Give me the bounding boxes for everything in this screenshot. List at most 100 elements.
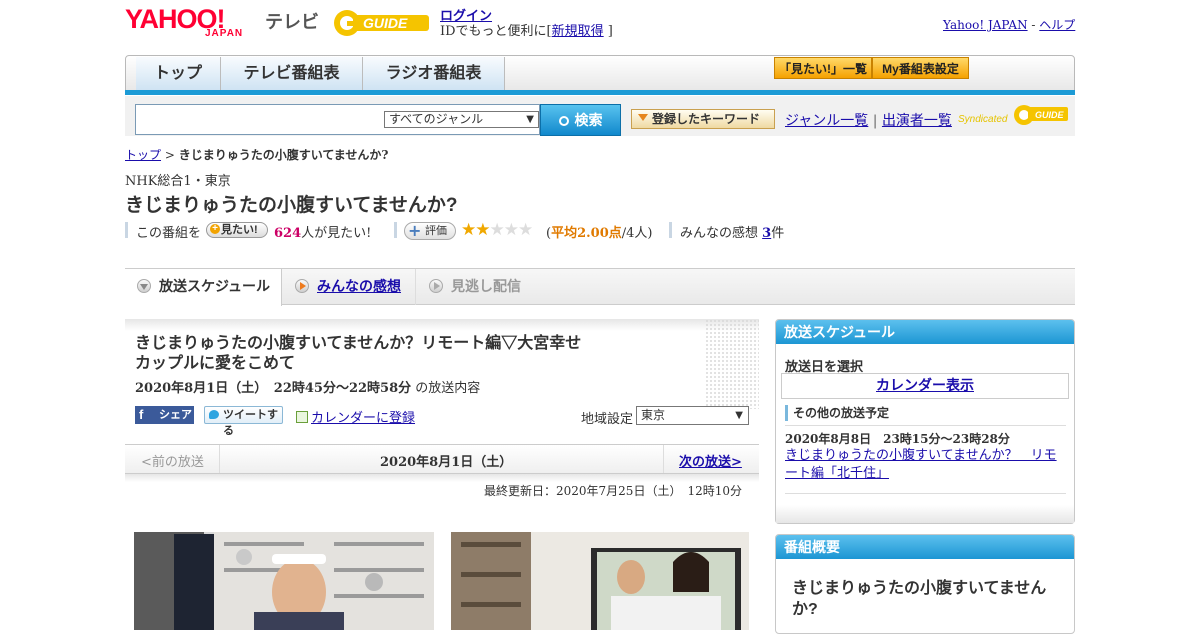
sidebar-summary-heading: 番組概要: [776, 535, 1074, 559]
other-schedule-date: 2020年8月8日 23時15分～23時28分: [785, 432, 1010, 446]
want-count: 624: [274, 226, 302, 241]
tab-vod-label: 見逃し配信: [451, 278, 521, 294]
calendar-register[interactable]: カレンダーに登録: [296, 407, 415, 426]
rate-label: 評価: [425, 224, 447, 237]
twitter-bird-icon: [209, 410, 219, 419]
syndicated-gguide-badge: Syndicated GUIDE: [958, 103, 1070, 128]
search-icon: [558, 116, 569, 126]
gguide-logo[interactable]: GUIDE: [333, 7, 433, 39]
cast-list-link[interactable]: 出演者一覧: [882, 113, 952, 129]
yahoo-japan-link[interactable]: Yahoo! JAPAN: [943, 18, 1028, 32]
nav-tab-radio-schedule[interactable]: ラジオ番組表: [363, 57, 505, 90]
syndicated-logo-text: GUIDE: [1035, 110, 1065, 120]
divider: [219, 445, 220, 473]
yahoo-japan-logo-text: JAPAN: [205, 28, 244, 39]
help-link[interactable]: ヘルプ: [1039, 18, 1075, 32]
nav-tab-tv-schedule[interactable]: テレビ番組表: [221, 57, 363, 90]
divider: [394, 222, 397, 238]
star-filled-icon: ★★: [461, 220, 491, 240]
chevron-down-icon: [137, 279, 151, 293]
star-empty-icon: ★★★: [489, 220, 533, 240]
calendar-display-button[interactable]: カレンダー表示: [781, 373, 1069, 399]
genre-select[interactable]: すべてのジャンル ▼: [384, 111, 539, 128]
search-button-label: 検索: [574, 112, 603, 128]
divider: [125, 222, 128, 238]
episode-date-suffix: の放送内容: [415, 381, 481, 396]
tab-schedule[interactable]: 放送スケジュール: [125, 269, 282, 306]
facebook-share-button[interactable]: f シェア: [135, 406, 194, 424]
episode-photo-host: [134, 532, 434, 630]
link-separator: |: [872, 113, 878, 129]
registered-keywords-button[interactable]: 登録したキーワード: [631, 109, 775, 129]
facebook-share-label: シェア: [159, 409, 192, 421]
genre-select-value: すべてのジャンル: [389, 112, 484, 126]
registered-keywords-label: 登録したキーワード: [652, 112, 761, 126]
next-broadcast-link[interactable]: 次の放送>: [679, 451, 742, 470]
comments-summary: みんなの感想 3件: [680, 222, 784, 241]
top-right-links: Yahoo! JAPAN - ヘルプ: [943, 16, 1075, 33]
tab-vod[interactable]: 見逃し配信: [417, 269, 537, 305]
episode-title: きじまりゅうたの小腹すいてませんか？リモート編▽大宮幸せ カップルに愛をこめて: [135, 334, 615, 374]
search-button[interactable]: 検索: [540, 104, 621, 136]
rating-count: /4人): [621, 226, 653, 241]
want-list-button[interactable]: 「見たい!」一覧: [774, 57, 872, 79]
tab-reviews-label: みんなの感想: [317, 278, 401, 294]
average-rating: (平均2.00点/4人): [546, 222, 652, 241]
main-nav: トップ テレビ番組表 ラジオ番組表 「見たい!」一覧 My番組表設定: [125, 55, 1075, 91]
rate-button[interactable]: + 評価: [404, 222, 456, 240]
want-to-watch-label: 見たい!: [221, 224, 258, 236]
episode-title-line1: きじまりゅうたの小腹すいてませんか？リモート編▽大宮幸せ: [135, 335, 582, 352]
current-broadcast-date: 2020年8月1日（土）: [380, 455, 513, 470]
play-arrow-icon: [295, 279, 309, 293]
syndicated-text: Syndicated: [958, 114, 1008, 125]
breadcrumb-top-link[interactable]: トップ: [125, 148, 161, 162]
gguide-logo-text: GUIDE: [363, 15, 408, 31]
tab-schedule-label: 放送スケジュール: [159, 278, 271, 294]
divider: [785, 425, 1066, 426]
nav-accent-bar: [125, 90, 1075, 95]
want-suffix: 人が見たい!: [301, 226, 372, 241]
panel-shade: [125, 319, 759, 331]
id-promo-text: IDでもっと便利に[新規取得 ]: [440, 20, 613, 39]
episode-title-line2: カップルに愛をこめて: [135, 355, 296, 372]
calendar-display-link[interactable]: カレンダー表示: [876, 378, 974, 394]
tv-label: テレビ: [265, 12, 319, 32]
search-links: ジャンル一覧 | 出演者一覧: [785, 110, 952, 130]
play-arrow-icon: [429, 279, 443, 293]
triangle-down-icon: [638, 114, 648, 121]
divider: [669, 222, 672, 238]
tweet-button[interactable]: ツイートする: [204, 406, 283, 437]
top-right-separator: -: [1031, 18, 1036, 32]
tab-reviews[interactable]: みんなの感想: [283, 269, 416, 305]
genre-list-link[interactable]: ジャンル一覧: [785, 113, 868, 129]
episode-datetime: 2020年8月1日（土） 22時45分～22時58分 の放送内容: [135, 377, 480, 396]
calendar-register-link[interactable]: カレンダーに登録: [311, 411, 415, 426]
episode-photo-couple: [451, 532, 749, 630]
sidebar-schedule-heading: 放送スケジュール: [776, 320, 1074, 344]
prev-broadcast-link[interactable]: <前の放送: [141, 451, 204, 470]
chevron-down-icon: ▼: [735, 410, 743, 421]
my-schedule-settings-button[interactable]: My番組表設定: [872, 57, 969, 79]
other-schedule-link[interactable]: きじまりゅうたの小腹すいてませんか？ リモート編「北千住」: [785, 447, 1065, 483]
want-count-text: 624人が見たい!: [274, 222, 371, 241]
comments-count-link[interactable]: 3: [762, 226, 771, 241]
breadcrumb-current: きじまりゅうたの小腹すいてませんか?: [178, 148, 389, 162]
calendar-icon: [296, 411, 308, 423]
content-tabs: 放送スケジュール みんなの感想 見逃し配信: [125, 269, 1075, 306]
divider: [785, 493, 1066, 494]
want-to-watch-button[interactable]: + 見たい!: [206, 222, 268, 238]
id-promo-prefix: IDでもっと便利に[: [440, 24, 552, 39]
region-select-value: 東京: [641, 408, 666, 422]
tweet-label: ツイートする: [223, 409, 278, 437]
other-schedule-heading: その他の放送予定: [785, 405, 889, 421]
dot-pattern: [705, 319, 759, 409]
comments-suffix: 件: [771, 226, 785, 241]
chevron-down-icon: ▼: [526, 114, 534, 125]
region-select[interactable]: 東京 ▼: [636, 406, 749, 425]
nav-tab-top[interactable]: トップ: [136, 57, 221, 90]
comments-prefix: みんなの感想: [680, 226, 759, 241]
want-prefix-text: この番組を: [136, 226, 202, 241]
register-link[interactable]: 新規取得: [552, 24, 604, 39]
bar-shade: [125, 474, 759, 482]
breadcrumb: トップ > きじまりゅうたの小腹すいてませんか?: [125, 146, 388, 163]
